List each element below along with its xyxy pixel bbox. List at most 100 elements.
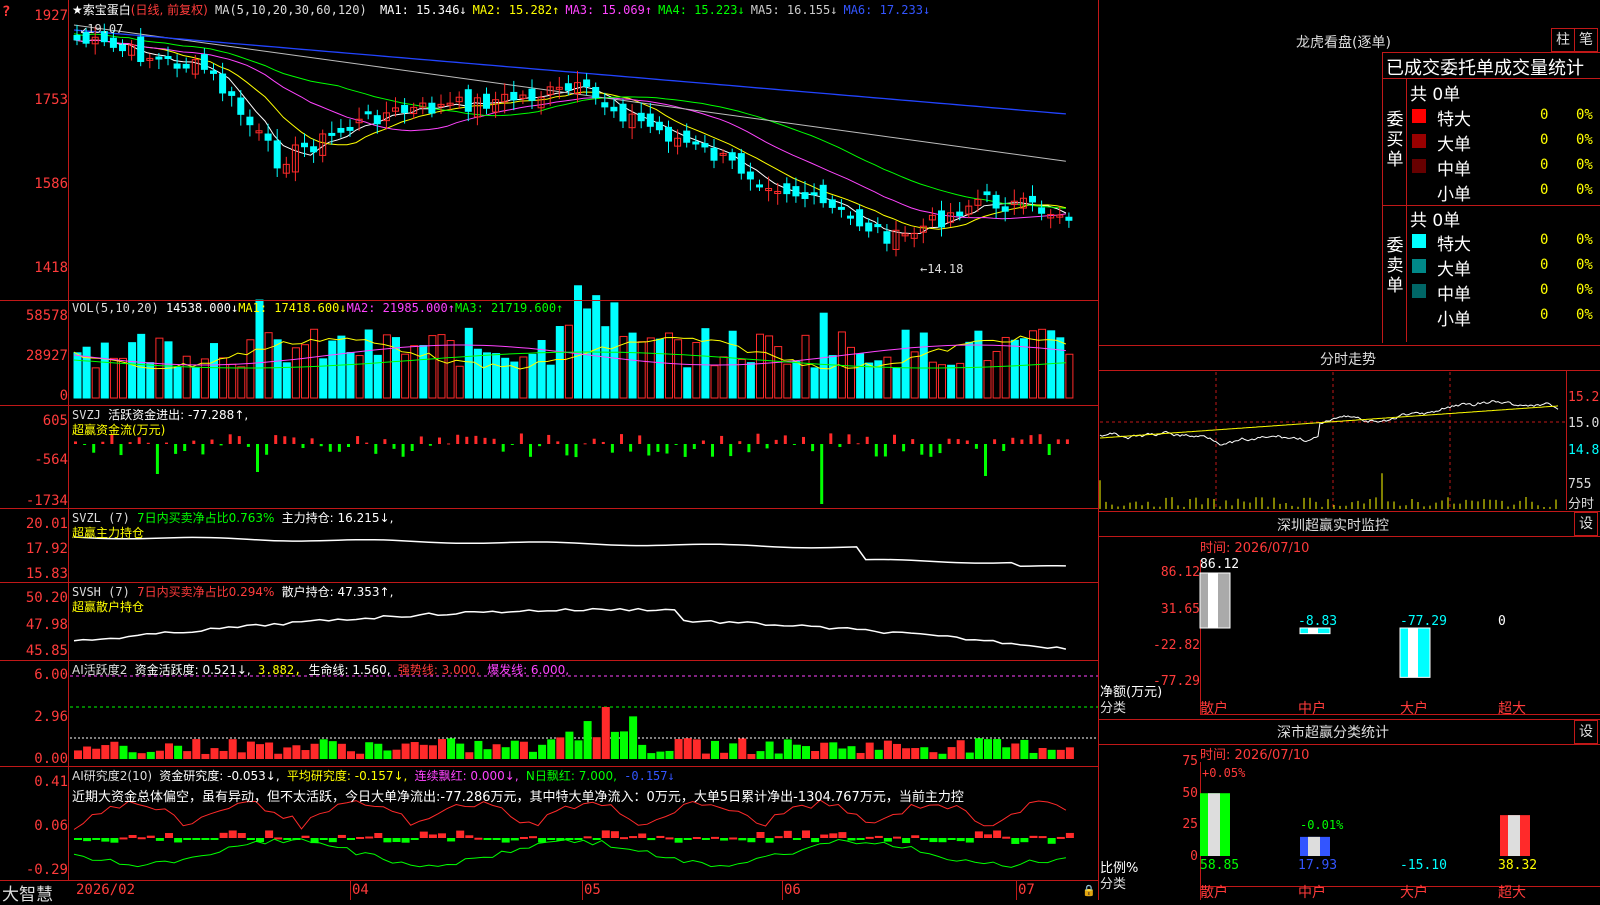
ai-research-comment: 近期大资金总体偏空，虽有异动，但不太活跃，今日大单净流出:-77.286万元，其… (72, 790, 964, 805)
activity-bar (465, 752, 474, 759)
column-view-button[interactable]: 柱 (1551, 28, 1575, 52)
svzl-y-label: 15.83 (25, 566, 68, 582)
volume-bar (191, 366, 200, 399)
candle (373, 115, 381, 125)
fund-flow-bar (765, 444, 769, 449)
fund-flow-bar (474, 435, 478, 444)
volume-bar (337, 335, 346, 399)
classify-axis-line (1200, 762, 1201, 900)
volume-bar (1047, 330, 1056, 399)
fund-flow-bar (874, 444, 878, 457)
research-bar (538, 838, 547, 843)
lock-icon[interactable]: 🔒 (1082, 884, 1096, 897)
svzl-label: SVZL (7) (72, 511, 130, 525)
volume-bar (128, 342, 137, 399)
volume-bar (492, 353, 501, 399)
activity-bar (865, 742, 874, 759)
stock-name[interactable]: ★索宝蛋白 (72, 3, 131, 17)
research-bar (1029, 835, 1038, 838)
x-tick (782, 880, 783, 900)
research-bar (874, 835, 883, 838)
classify-cat-label: 分类 (1100, 877, 1127, 892)
fund-flow-bar (501, 444, 505, 452)
fund-flow-bar (274, 435, 278, 444)
svzl-y-label: 17.92 (25, 541, 68, 557)
volume-bar (865, 362, 874, 399)
ma-label: MA(5,10,20,30,60,120) (215, 3, 367, 17)
research-bar (492, 838, 501, 840)
volume-bar (737, 359, 746, 399)
candle (1065, 216, 1073, 221)
fund-flow-bar (128, 442, 132, 444)
volume-bar (428, 335, 437, 399)
research-bar (410, 838, 419, 840)
research-bar (993, 830, 1002, 838)
activity-bar (838, 748, 847, 759)
volume-bar (483, 352, 491, 399)
activity-bar (792, 744, 801, 759)
activity-bar (701, 753, 710, 759)
volume-bar (701, 328, 710, 399)
fund-flow-bar (974, 444, 978, 449)
intraday-vol-label: 755 (1568, 477, 1592, 492)
activity-bar (574, 740, 583, 759)
period-label[interactable]: (日线, 前复权) (131, 3, 208, 17)
activity-bar (428, 745, 437, 759)
x-axis-line (0, 880, 1098, 881)
volume-bar (710, 365, 719, 399)
activity-bar (192, 739, 201, 759)
activity-bar (274, 753, 283, 759)
activity-bar (510, 740, 519, 759)
activity-bar (174, 745, 183, 759)
research-bar (146, 835, 155, 838)
vol-y-label: 58578 (25, 308, 68, 324)
classify-category: 中户 (1298, 885, 1326, 901)
ai-active-y-label: 2.96 (34, 709, 68, 725)
research-bar (428, 834, 437, 838)
volume-bar (655, 338, 664, 399)
fund-flow-bar (201, 444, 205, 455)
tick-view-button[interactable]: 笔 (1574, 28, 1598, 52)
research-bar (865, 836, 874, 839)
research-bar (856, 838, 865, 840)
research-bar (401, 838, 410, 843)
brand-logo[interactable]: 大智慧 (2, 880, 53, 905)
research-bar (510, 838, 519, 841)
activity-bar (993, 739, 1002, 759)
research-bar (929, 838, 938, 843)
classify-settings-button[interactable]: 设 (1574, 720, 1598, 744)
activity-bar (920, 747, 929, 759)
activity-bar (802, 746, 810, 759)
research-bar (201, 838, 210, 840)
candle (164, 55, 172, 59)
fund-flow-bar (1038, 434, 1042, 444)
activity-bar (392, 749, 401, 759)
activity-bar (765, 741, 774, 759)
fund-flow-bar (428, 444, 432, 446)
volume-bar (164, 341, 173, 399)
ai-active-header: AI活跃度2 资金活跃度: 0.521↓, 3.882, 生命线: 1.560,… (72, 661, 569, 678)
fund-flow-bar (365, 442, 369, 444)
classify-title-line (1098, 744, 1600, 745)
sell-pct: 0% (1576, 257, 1593, 273)
fund-flow-bar (592, 438, 596, 444)
research-bar (765, 838, 774, 843)
fund-flow-bar (192, 440, 196, 444)
fund-flow-bar (920, 444, 924, 455)
activity-bar (738, 738, 747, 759)
x-axis-label: 05 (584, 882, 601, 898)
fund-flow-bar (811, 444, 815, 452)
research-bar (711, 836, 719, 839)
main-chart-canvas[interactable] (0, 0, 1100, 900)
activity-bar (337, 743, 346, 759)
candle (237, 97, 245, 115)
buy-total: 共 0单 (1410, 85, 1461, 105)
vol-ma3: MA3: 21719.600↑ (454, 301, 564, 315)
candle (655, 121, 663, 131)
candle (592, 86, 600, 99)
monitor-settings-button[interactable]: 设 (1574, 512, 1598, 536)
activity-bar (583, 721, 592, 759)
price-max-note: ↙19.07 (80, 22, 124, 36)
volume-bar (783, 363, 792, 399)
activity-bar (601, 707, 610, 759)
